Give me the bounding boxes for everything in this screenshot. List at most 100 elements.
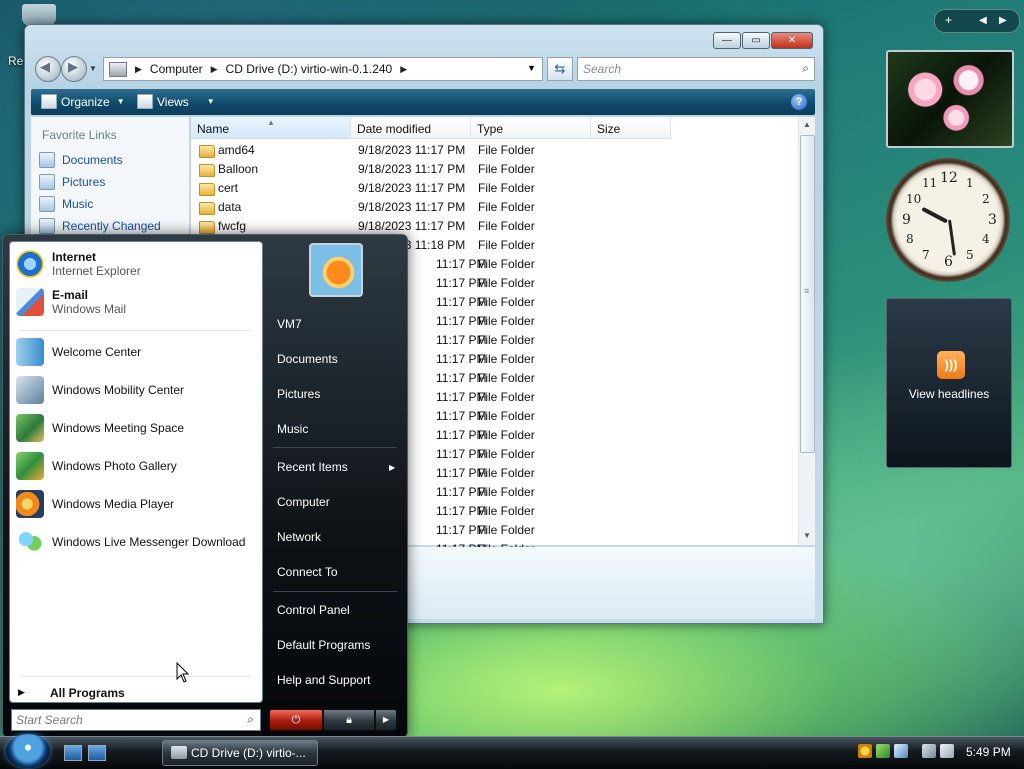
lock-button[interactable]: 🔒︎: [323, 709, 375, 731]
taskbar-button-label: CD Drive (D:) virtio-...: [191, 746, 306, 760]
views-button[interactable]: Views ▼: [137, 94, 215, 109]
cell-type: File Folder: [478, 181, 535, 195]
refresh-button[interactable]: ⇆: [547, 57, 573, 81]
program-windows-media-player[interactable]: Windows Media Player: [16, 490, 174, 518]
forward-button[interactable]: ▶: [61, 56, 87, 82]
cell-type: File Folder: [478, 295, 535, 309]
start-link-help-and-support[interactable]: Help and Support: [277, 673, 370, 687]
cell-type: File Folder: [478, 257, 535, 271]
program-windows-live-messenger-download[interactable]: Windows Live Messenger Download: [16, 528, 245, 556]
clock-numeral: 2: [982, 192, 990, 206]
start-link-recent-items[interactable]: Recent Items: [277, 460, 348, 474]
search-icon[interactable]: ⌕: [247, 712, 254, 727]
pinned-email[interactable]: E-mail Windows Mail: [16, 288, 126, 316]
start-link-documents[interactable]: Documents: [277, 352, 338, 366]
start-link-computer[interactable]: Computer: [277, 495, 330, 509]
start-button[interactable]: [6, 734, 50, 768]
recent-pages-dropdown[interactable]: ▼: [89, 64, 97, 73]
views-icon: [137, 94, 153, 109]
table-row[interactable]: data 9/18/2023 11:17 PM File Folder: [191, 198, 801, 217]
clock-minute-hand: [948, 219, 956, 256]
minimize-button[interactable]: —: [713, 32, 741, 49]
table-row[interactable]: cert 9/18/2023 11:17 PM File Folder: [191, 179, 801, 198]
pinned-subtitle: Internet Explorer: [52, 264, 141, 278]
power-icon: ⏻: [291, 714, 301, 726]
organize-label: Organize: [61, 94, 110, 109]
next-icon[interactable]: ▶: [999, 15, 1007, 26]
breadcrumb-computer[interactable]: Computer: [150, 62, 203, 76]
view-headlines-label: View headlines: [908, 387, 990, 401]
back-button[interactable]: ◀: [35, 56, 61, 82]
favorite-link-label: Music: [62, 197, 94, 211]
network-icon[interactable]: [922, 744, 936, 758]
program-welcome-center[interactable]: Welcome Center: [16, 338, 141, 366]
start-link-pictures[interactable]: Pictures: [277, 387, 320, 401]
clock-numeral: 1: [966, 176, 974, 190]
cd-drive-icon: [109, 61, 127, 77]
folder-icon: [199, 164, 215, 177]
program-windows-photo-gallery[interactable]: Windows Photo Gallery: [16, 452, 177, 480]
safely-remove-icon[interactable]: [876, 744, 890, 758]
user-avatar[interactable]: [309, 243, 363, 297]
breadcrumb-cd-drive[interactable]: CD Drive (D:) virtio-win-0.1.240: [226, 62, 393, 76]
vertical-scrollbar[interactable]: ▲ ≡ ▼: [798, 117, 815, 545]
cell-type: File Folder: [478, 466, 535, 480]
start-link-connect-to[interactable]: Connect To: [277, 565, 338, 579]
media-player-icon: [16, 490, 44, 518]
help-icon[interactable]: ?: [791, 94, 807, 110]
favorite-link-pictures[interactable]: Pictures: [39, 174, 105, 190]
column-header-name[interactable]: ▲ Name: [191, 117, 351, 139]
address-dropdown-icon[interactable]: ▼: [527, 63, 536, 73]
switch-windows-icon[interactable]: [88, 745, 106, 761]
taskbar-button-explorer[interactable]: CD Drive (D:) virtio-...: [162, 740, 318, 766]
search-icon[interactable]: ⌕: [802, 61, 809, 76]
column-header-size[interactable]: Size: [591, 117, 671, 139]
start-link-default-programs[interactable]: Default Programs: [277, 638, 370, 652]
recycle-bin-icon[interactable]: [22, 4, 56, 26]
windows-update-icon[interactable]: [894, 744, 908, 758]
address-bar[interactable]: ▶ Computer ▶ CD Drive (D:) virtio-win-0.…: [103, 57, 543, 81]
clock-numeral: 11: [922, 176, 938, 190]
cell-type: File Folder: [478, 504, 535, 518]
favorite-link-documents[interactable]: Documents: [39, 152, 123, 168]
scroll-up-icon[interactable]: ▲: [803, 120, 811, 129]
power-button[interactable]: ⏻: [269, 709, 323, 731]
program-windows-mobility-center[interactable]: Windows Mobility Center: [16, 376, 184, 404]
column-header-type[interactable]: Type: [471, 117, 591, 139]
table-row[interactable]: Balloon 9/18/2023 11:17 PM File Folder: [191, 160, 801, 179]
table-row[interactable]: amd64 9/18/2023 11:17 PM File Folder: [191, 141, 801, 160]
favorite-link-music[interactable]: Music: [39, 196, 93, 212]
show-desktop-icon[interactable]: [64, 745, 82, 761]
column-header-date[interactable]: Date modified: [351, 117, 471, 139]
scroll-down-icon[interactable]: ▼: [803, 531, 811, 540]
feed-headlines-gadget[interactable]: ))) View headlines: [886, 298, 1012, 468]
program-windows-meeting-space[interactable]: Windows Meeting Space: [16, 414, 184, 442]
start-search-input[interactable]: Start Search ⌕: [11, 709, 261, 731]
clock-numeral: 7: [922, 248, 930, 262]
start-link-control-panel[interactable]: Control Panel: [277, 603, 350, 617]
volume-muted-icon[interactable]: [940, 744, 954, 758]
windows-mail-icon: [16, 288, 44, 316]
pinned-internet[interactable]: Internet Internet Explorer: [16, 250, 141, 278]
start-link-vm7[interactable]: VM7: [277, 317, 302, 331]
add-gadget-icon[interactable]: +: [945, 13, 952, 27]
maximize-button[interactable]: ▭: [742, 32, 770, 49]
column-header-label: Date modified: [357, 122, 432, 136]
clock-time[interactable]: 5:49 PM: [966, 745, 1011, 759]
pinned-subtitle: Windows Mail: [52, 302, 127, 316]
clock-gadget[interactable]: 12 3 6 9 1 2 4 5 7 8 10 11: [886, 158, 1010, 282]
search-input[interactable]: Search ⌕: [577, 57, 815, 81]
shutdown-options-button[interactable]: ▶: [375, 709, 397, 731]
close-button[interactable]: ✕: [771, 32, 813, 49]
favorite-link-recently-changed[interactable]: Recently Changed: [39, 218, 161, 234]
previous-icon[interactable]: ◀: [979, 15, 987, 26]
grip-icon: ≡: [804, 286, 810, 296]
all-programs-label: All Programs: [50, 686, 125, 700]
security-alert-icon[interactable]: [858, 744, 872, 758]
organize-button[interactable]: Organize ▼: [41, 94, 125, 109]
start-link-music[interactable]: Music: [277, 422, 308, 436]
scrollbar-thumb[interactable]: ≡: [800, 135, 815, 453]
arrow-right-icon: ▶: [382, 715, 390, 724]
start-link-network[interactable]: Network: [277, 530, 321, 544]
slideshow-gadget[interactable]: [886, 50, 1014, 148]
